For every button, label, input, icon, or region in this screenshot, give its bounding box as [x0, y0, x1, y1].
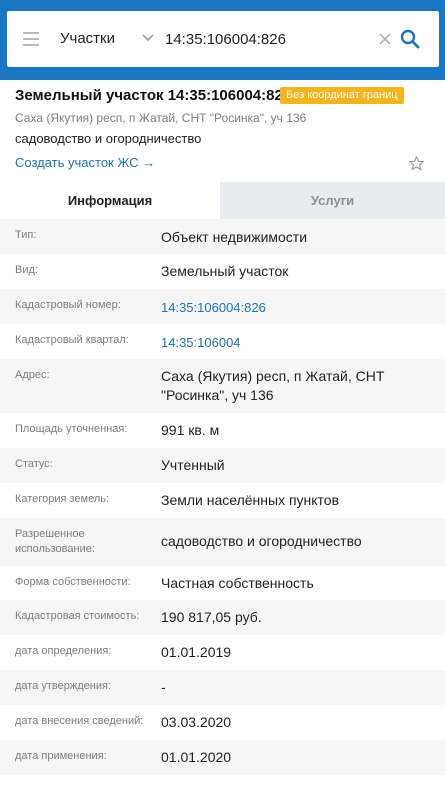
row-label: Кадастровый квартал:: [15, 334, 129, 346]
info-table: Тип: Объект недвижимости Вид: Земельный …: [0, 219, 445, 775]
row-label: Кадастровый номер:: [15, 299, 121, 311]
create-plot-link[interactable]: Создать участок ЖС →: [15, 155, 155, 170]
row-label: Площадь уточненная:: [15, 423, 128, 435]
row-label: Адрес:: [15, 369, 50, 381]
row-value: 01.01.2020: [161, 749, 232, 765]
row-label: Вид:: [15, 264, 38, 276]
row-value: Объект недвижимости: [161, 229, 308, 245]
table-row: Площадь уточненная: 991 кв. м: [0, 413, 445, 448]
status-badge: Без координат границ: [280, 87, 404, 104]
table-row: Тип: Объект недвижимости: [0, 219, 445, 254]
table-row: дата применения: 01.01.2020: [0, 740, 445, 775]
row-value: 991 кв. м: [161, 422, 220, 438]
search-bar: Участки: [0, 0, 445, 80]
row-label: Форма собственности:: [15, 576, 131, 588]
row-label: Тип:: [15, 229, 37, 241]
row-label: дата внесения сведений:: [15, 715, 144, 727]
table-row: Вид: Земельный участок: [0, 254, 445, 289]
table-row: Категория земель: Земли населённых пункт…: [0, 483, 445, 518]
row-value: Земли населённых пунктов: [161, 492, 340, 508]
object-address: Саха (Якутия) респ, п Жатай, СНТ "Росинк…: [15, 111, 307, 125]
table-row: дата внесения сведений: 03.03.2020: [0, 705, 445, 740]
table-row: Форма собственности: Частная собственнос…: [0, 566, 445, 600]
cadastral-quarter-link[interactable]: 14:35:106004: [161, 333, 431, 352]
chevron-down-icon[interactable]: [141, 31, 155, 45]
row-label: дата применения:: [15, 750, 107, 762]
search-icon[interactable]: [400, 29, 420, 49]
row-value: -: [161, 679, 166, 695]
row-value: Частная собственность: [161, 575, 314, 591]
row-value: садоводство и огородничество: [161, 533, 362, 549]
close-icon[interactable]: [377, 31, 393, 47]
row-label: дата определения:: [15, 645, 112, 657]
row-label: дата утверждения:: [15, 680, 112, 692]
tab-info[interactable]: Информация: [0, 182, 220, 219]
row-value: Саха (Якутия) респ, п Жатай, СНТ "Росинк…: [161, 368, 385, 403]
menu-icon[interactable]: [23, 32, 39, 46]
object-header: Земельный участок 14:35:106004:826 Без к…: [0, 80, 445, 180]
row-label: Кадастровая стоимость:: [15, 610, 140, 622]
cadastral-number-link[interactable]: 14:35:106004:826: [161, 298, 431, 317]
row-label: Разрешенное использование:: [15, 528, 95, 555]
row-label: Статус:: [15, 458, 53, 470]
table-row: Кадастровый номер: 14:35:106004:826: [0, 289, 445, 324]
tabs: Информация Услуги: [0, 182, 445, 219]
tab-services[interactable]: Услуги: [220, 182, 445, 219]
row-value: Земельный участок: [161, 263, 289, 279]
table-row: Кадастровая стоимость: 190 817,05 руб.: [0, 600, 445, 635]
row-value: 03.03.2020: [161, 714, 232, 730]
row-value: 01.01.2019: [161, 644, 232, 660]
row-value: Учтенный: [161, 457, 225, 473]
table-row: Адрес: Саха (Якутия) респ, п Жатай, СНТ …: [0, 359, 445, 413]
table-row: Разрешенное использование: садоводство и…: [0, 518, 445, 566]
table-row: Статус: Учтенный: [0, 448, 445, 483]
table-row: дата определения: 01.01.2019: [0, 635, 445, 670]
row-value: 190 817,05 руб.: [161, 609, 262, 625]
layer-select[interactable]: Участки: [60, 11, 115, 67]
table-row: Кадастровый квартал: 14:35:106004: [0, 324, 445, 359]
object-use: садоводство и огородничество: [15, 131, 202, 146]
table-row: дата утверждения: -: [0, 670, 445, 705]
search-box: Участки: [7, 11, 439, 67]
star-icon[interactable]: [408, 155, 425, 172]
page-title: Земельный участок 14:35:106004:826: [15, 87, 292, 104]
search-input[interactable]: [165, 25, 365, 53]
row-label: Категория земель:: [15, 493, 110, 505]
